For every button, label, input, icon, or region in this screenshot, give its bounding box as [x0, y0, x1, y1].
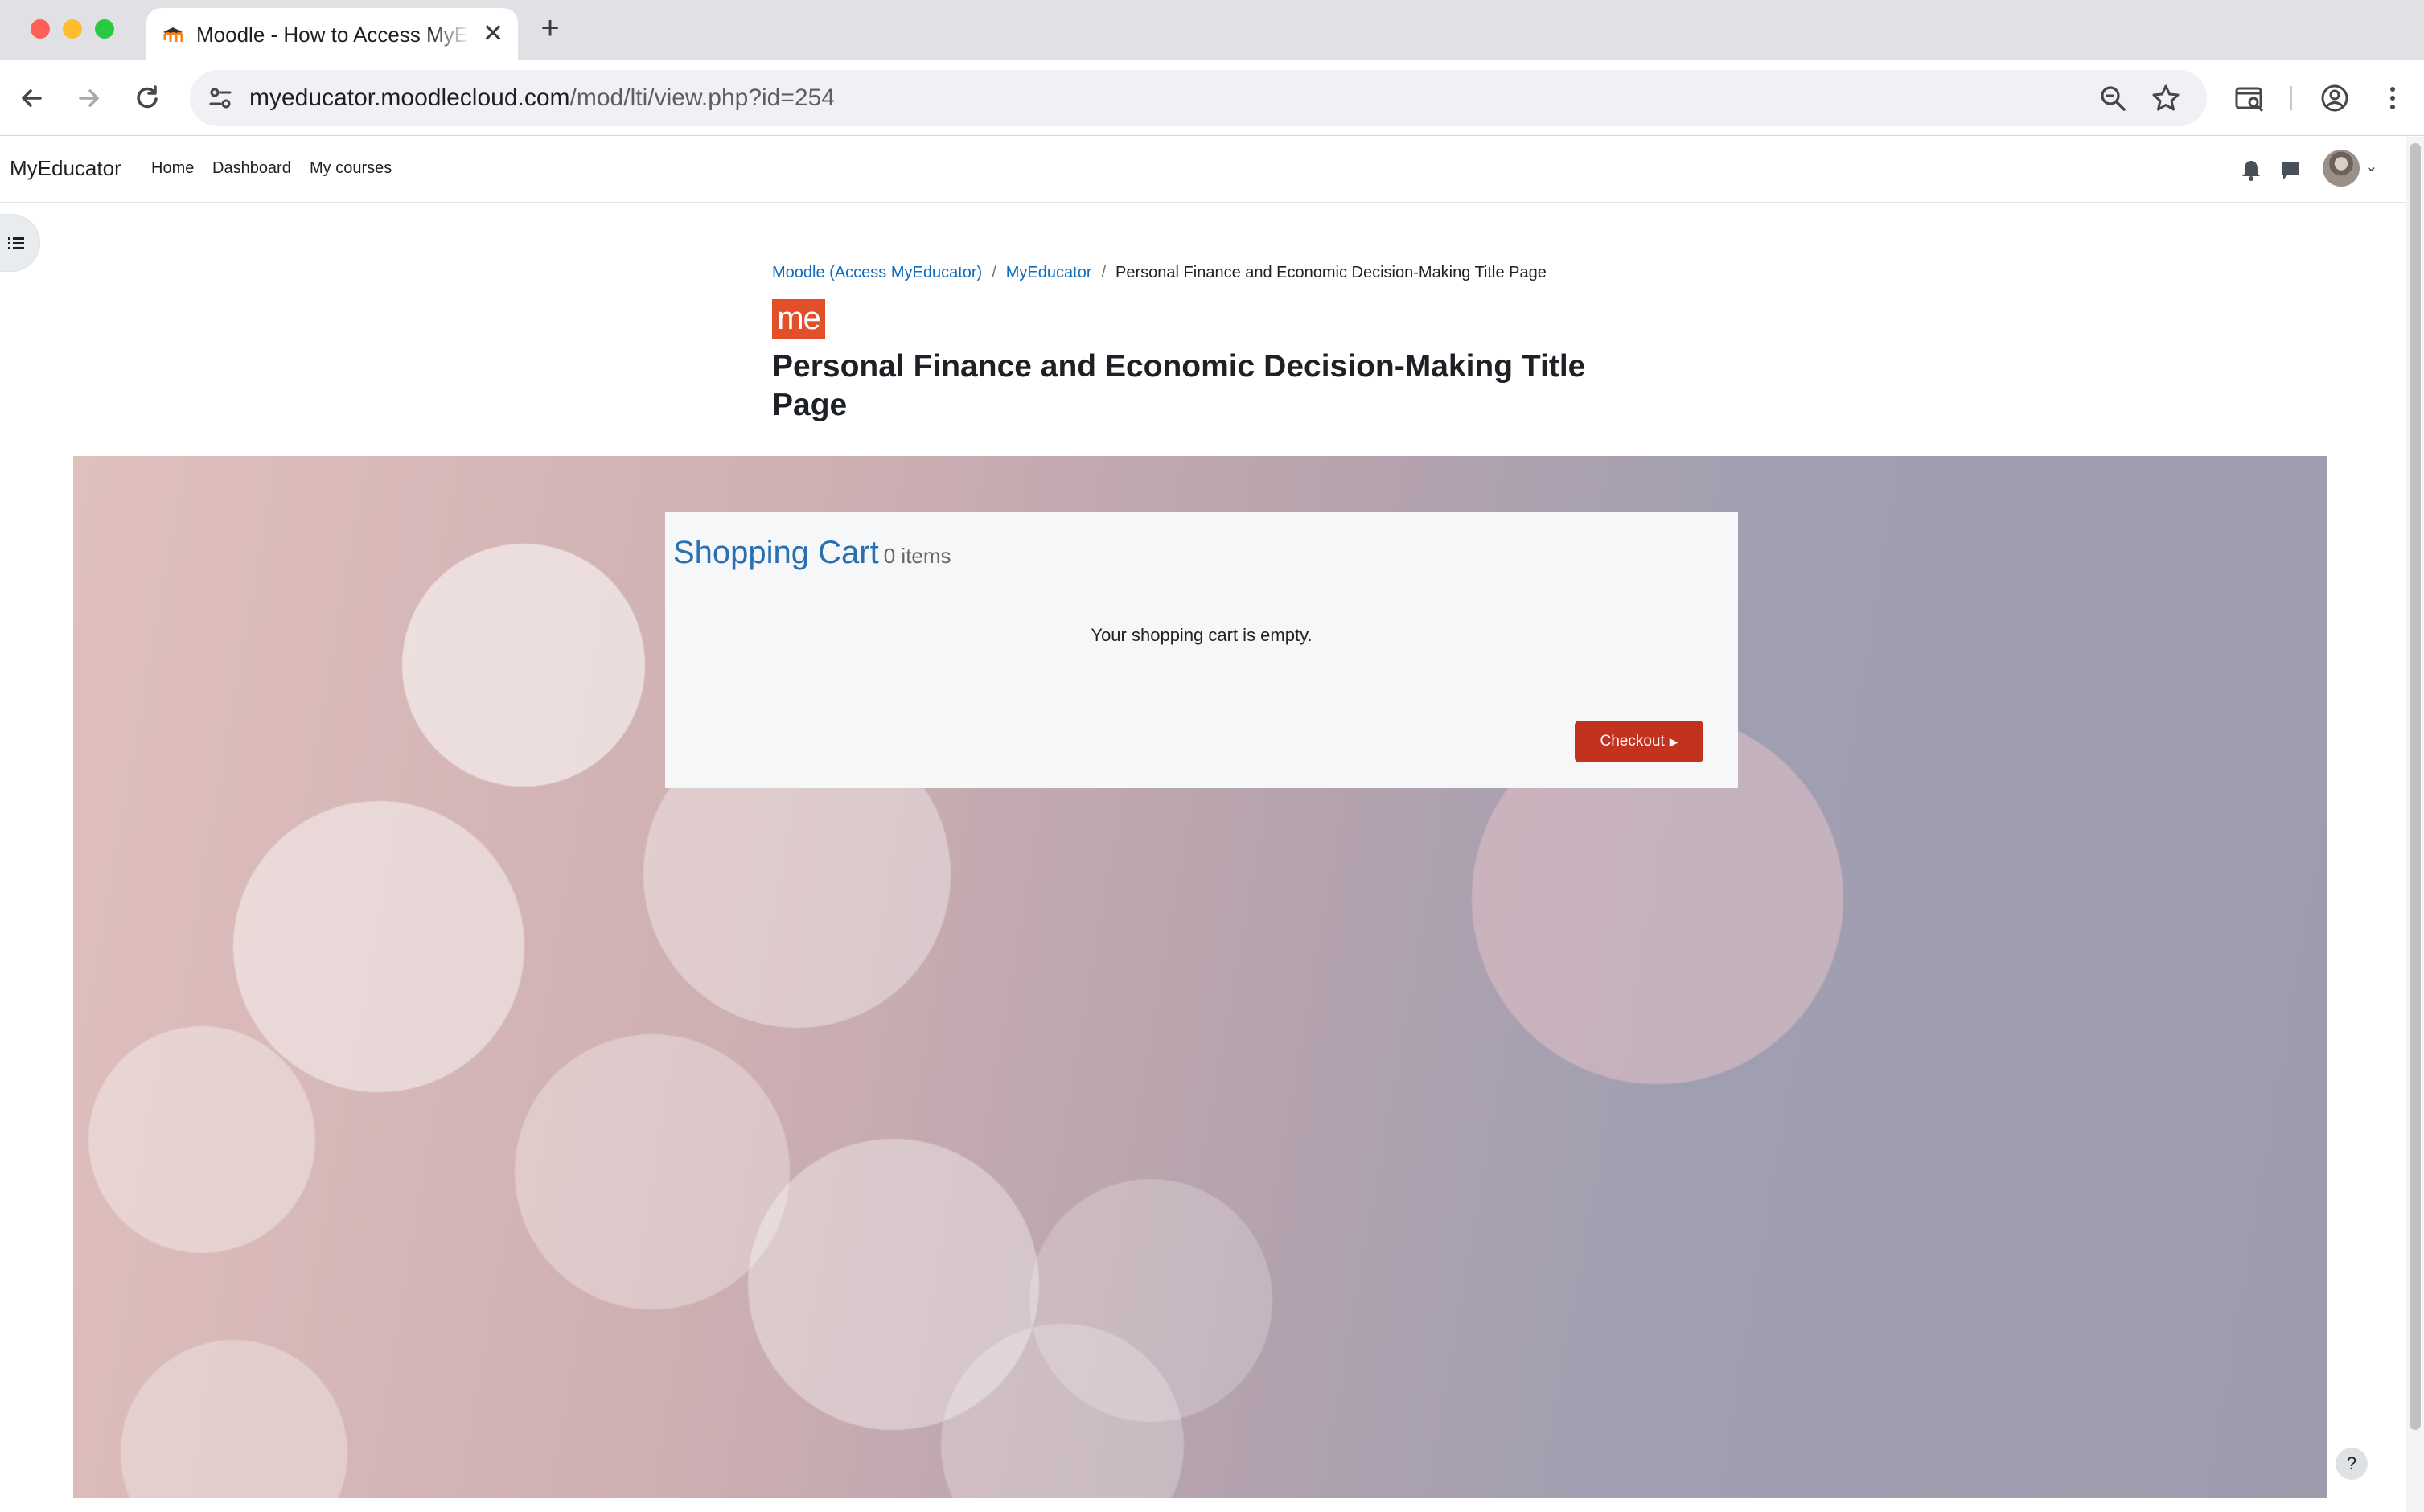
- nav-home-link[interactable]: Home: [151, 159, 194, 178]
- list-icon: [8, 237, 24, 249]
- tab-title: Moodle - How to Access MyE: [196, 23, 470, 47]
- bell-icon[interactable]: [2241, 158, 2262, 182]
- url-host: myeducator.moodlecloud.com: [249, 84, 570, 111]
- checkout-label: Checkout: [1600, 733, 1665, 750]
- account-circle-icon: [2321, 84, 2348, 112]
- zoom-icon: [2101, 86, 2126, 111]
- tab-search-icon: [2235, 87, 2263, 112]
- forward-button[interactable]: [72, 81, 106, 115]
- browser-tab-bar: Moodle - How to Access MyE ✕ +: [0, 0, 2424, 60]
- reload-icon: [137, 85, 158, 109]
- breadcrumb-course-link[interactable]: Moodle (Access MyEducator): [772, 264, 982, 281]
- messages-icon[interactable]: [2279, 158, 2302, 182]
- breadcrumb-section-link[interactable]: MyEducator: [1006, 264, 1092, 281]
- checkout-button[interactable]: Checkout ▶: [1575, 721, 1703, 762]
- window-minimize-button[interactable]: [63, 19, 82, 39]
- page-title: Personal Finance and Economic Decision-M…: [772, 349, 1586, 422]
- avatar[interactable]: [2323, 150, 2360, 187]
- breadcrumb: Moodle (Access MyEducator) / MyEducator / Pe…: [772, 264, 1547, 282]
- cart-heading: Shopping Cart 0 items: [673, 535, 951, 571]
- reload-button[interactable]: [130, 81, 164, 115]
- url-text: myeducator.moodlecloud.com/mod/lti/view.…: [249, 84, 835, 112]
- scrollbar-thumb[interactable]: [2410, 143, 2421, 1430]
- caret-right-icon: ▶: [1669, 735, 1678, 748]
- address-bar[interactable]: myeducator.moodlecloud.com/mod/lti/view.…: [190, 70, 2207, 126]
- profile-button[interactable]: [2318, 81, 2352, 115]
- site-settings-icon[interactable]: [206, 84, 235, 113]
- shopping-cart-panel: Shopping Cart 0 items Your shopping cart …: [665, 512, 1738, 788]
- browser-toolbar: myeducator.moodlecloud.com/mod/lti/view.…: [0, 60, 2424, 136]
- chevron-down-icon[interactable]: ⌄: [2364, 156, 2378, 176]
- window-maximize-button[interactable]: [95, 19, 114, 39]
- tab-close-icon[interactable]: ✕: [481, 20, 505, 46]
- star-icon: [2152, 84, 2180, 111]
- bookmark-button[interactable]: [2151, 83, 2181, 113]
- browser-menu-button[interactable]: [2376, 81, 2410, 115]
- cart-title: Shopping Cart: [673, 535, 879, 570]
- arrow-right-icon: [79, 89, 99, 107]
- course-index-toggle[interactable]: [0, 214, 40, 272]
- nav-dashboard-link[interactable]: Dashboard: [212, 159, 291, 178]
- zoom-button[interactable]: [2097, 83, 2128, 113]
- cart-item-count: 0 items: [883, 544, 951, 568]
- back-button[interactable]: [14, 81, 48, 115]
- moodle-navbar: MyEducator Home Dashboard My courses ⌄: [0, 137, 2406, 203]
- moodle-favicon-icon: [163, 27, 183, 42]
- breadcrumb-separator: /: [1101, 264, 1107, 281]
- more-vertical-icon: [2390, 87, 2395, 109]
- breadcrumb-separator: /: [992, 264, 996, 281]
- arrow-left-icon: [22, 89, 42, 107]
- browser-tab[interactable]: Moodle - How to Access MyE ✕: [146, 8, 518, 60]
- new-tab-button[interactable]: +: [536, 12, 565, 44]
- window-close-button[interactable]: [31, 19, 50, 39]
- cart-empty-message: Your shopping cart is empty.: [1091, 625, 1313, 645]
- activity-logo: me: [772, 299, 825, 339]
- tab-search-button[interactable]: [2233, 81, 2266, 115]
- url-path: /mod/lti/view.php?id=254: [569, 84, 835, 111]
- toolbar-divider: [2290, 86, 2292, 110]
- nav-my-courses-link[interactable]: My courses: [310, 159, 392, 178]
- breadcrumb-current: Personal Finance and Economic Decision-M…: [1115, 264, 1547, 281]
- site-brand[interactable]: MyEducator: [10, 156, 121, 181]
- help-button[interactable]: ?: [2336, 1448, 2368, 1480]
